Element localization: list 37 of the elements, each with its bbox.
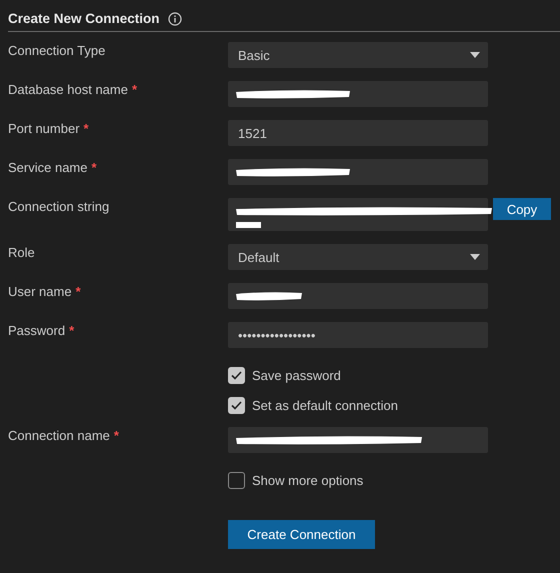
required-mark: * (84, 121, 89, 136)
checkbox-label: Show more options (252, 473, 364, 488)
panel-title: Create New Connection (8, 11, 160, 26)
input-field[interactable] (228, 159, 488, 185)
checkbox-label: Save password (252, 368, 341, 383)
create-connection-button[interactable]: Create Connection (228, 520, 375, 549)
input-field[interactable] (228, 283, 488, 309)
required-mark: * (76, 284, 81, 299)
caret-icon (470, 254, 480, 260)
field-label: Connection string (8, 199, 110, 214)
required-mark: * (69, 323, 74, 338)
input-field[interactable] (228, 81, 488, 107)
field-label: Role (8, 245, 35, 260)
copy-button[interactable]: Copy (493, 198, 551, 220)
checkbox[interactable] (228, 472, 245, 489)
caret-icon (470, 52, 480, 58)
checkmark-icon (231, 401, 242, 410)
field-label: Service name (8, 160, 88, 175)
checkbox-label: Set as default connection (252, 398, 398, 413)
field-label: User name (8, 284, 72, 299)
checkbox[interactable] (228, 397, 245, 414)
field-label: Connection name (8, 428, 110, 443)
field-label: Password (8, 323, 66, 338)
required-mark: * (132, 82, 138, 97)
input-field[interactable]: 1521 (228, 120, 488, 146)
input-field[interactable] (228, 427, 488, 453)
field-label: Connection Type (8, 43, 106, 58)
checkmark-icon (231, 371, 242, 380)
dropdown[interactable]: Default (228, 244, 488, 270)
field-label: Database host name (8, 82, 128, 97)
info-icon[interactable] (168, 12, 182, 26)
required-mark: * (114, 428, 119, 443)
field-label: Port number (8, 121, 80, 136)
input-field[interactable]: ••••••••••••••••• (228, 322, 488, 348)
required-mark: * (91, 160, 97, 175)
checkbox[interactable] (228, 367, 245, 384)
dropdown[interactable]: Basic (228, 42, 488, 68)
